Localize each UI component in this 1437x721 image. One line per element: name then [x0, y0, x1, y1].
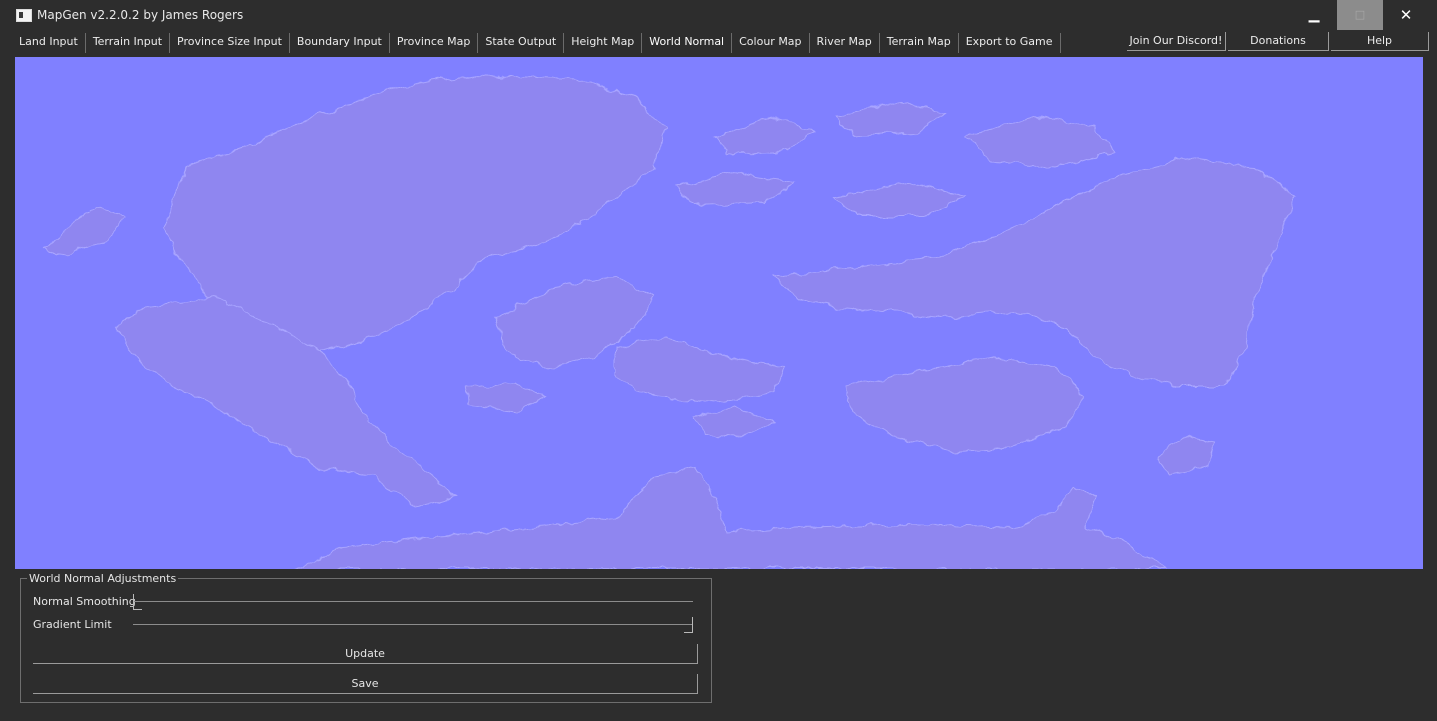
tab-province-map[interactable]: Province Map — [390, 33, 479, 53]
normal-smoothing-label: Normal Smoothing — [33, 595, 136, 608]
app-icon — [16, 9, 32, 22]
tab-bar: Land Input Terrain Input Province Size I… — [12, 33, 1061, 53]
title-bar: MapGen v2.2.0.2 by James Rogers ▁ □ ✕ — [0, 0, 1437, 30]
tab-state-output[interactable]: State Output — [478, 33, 565, 53]
slider-handle[interactable] — [133, 594, 142, 610]
world-normal-adjustments-group: World Normal Adjustments Normal Smoothin… — [20, 572, 712, 703]
close-button[interactable]: ✕ — [1383, 0, 1429, 30]
tab-export-to-game[interactable]: Export to Game — [959, 33, 1061, 53]
normal-smoothing-slider[interactable] — [133, 594, 693, 610]
group-title: World Normal Adjustments — [27, 572, 179, 585]
donations-button[interactable]: Donations — [1228, 32, 1329, 51]
discord-button[interactable]: Join Our Discord! — [1127, 32, 1226, 51]
normal-map-image — [44, 74, 1296, 569]
save-button[interactable]: Save — [33, 674, 698, 694]
tab-river-map[interactable]: River Map — [810, 33, 880, 53]
gradient-limit-slider[interactable] — [133, 617, 693, 633]
tab-province-size-input[interactable]: Province Size Input — [170, 33, 290, 53]
slider-handle[interactable] — [684, 617, 693, 633]
slider-track — [133, 624, 693, 625]
world-normal-map[interactable] — [15, 57, 1423, 569]
tab-land-input[interactable]: Land Input — [12, 33, 86, 53]
help-button[interactable]: Help — [1331, 32, 1429, 51]
tab-world-normal[interactable]: World Normal — [642, 33, 733, 53]
tab-height-map[interactable]: Height Map — [564, 33, 643, 53]
gradient-limit-label: Gradient Limit — [33, 618, 112, 631]
tab-terrain-map[interactable]: Terrain Map — [880, 33, 959, 53]
minimize-button[interactable]: ▁ — [1291, 0, 1337, 30]
maximize-button[interactable]: □ — [1337, 0, 1383, 30]
tab-boundary-input[interactable]: Boundary Input — [290, 33, 390, 53]
slider-track — [133, 601, 693, 602]
window-title: MapGen v2.2.0.2 by James Rogers — [37, 8, 244, 22]
update-button[interactable]: Update — [33, 644, 698, 664]
tab-terrain-input[interactable]: Terrain Input — [86, 33, 171, 53]
tab-colour-map[interactable]: Colour Map — [732, 33, 810, 53]
